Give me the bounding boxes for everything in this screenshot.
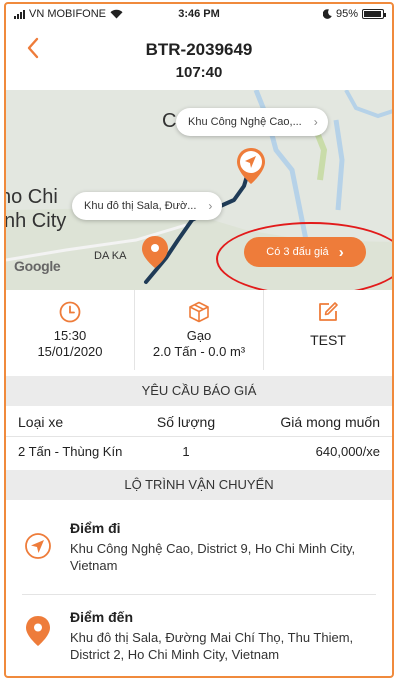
note-cell: TEST bbox=[263, 290, 392, 370]
order-info-row: 15:30 15/01/2020 Gạo 2.0 Tấn - 0.0 m³ TE… bbox=[6, 290, 392, 370]
bid-count-button[interactable]: Có 3 đấu giá › bbox=[244, 237, 366, 267]
destination-bubble-label: Khu Công Nghệ Cao,... bbox=[188, 116, 302, 128]
quote-table-header: Loại xe Số lượng Giá mong muốn bbox=[6, 407, 392, 437]
header-quantity: Số lượng bbox=[156, 413, 216, 430]
cargo-detail: 2.0 Tấn - 0.0 m³ bbox=[152, 344, 246, 359]
map-label-partial: C bbox=[162, 110, 177, 132]
chevron-right-icon: › bbox=[208, 199, 213, 213]
battery-icon bbox=[362, 9, 386, 19]
google-logo: Google bbox=[14, 258, 61, 274]
status-bar: VN MOBIFONE 3:46 PM 95% bbox=[6, 4, 392, 24]
table-row: 2 Tấn - Thùng Kín 1 640,000/xe bbox=[6, 437, 392, 465]
vehicle-quantity: 1 bbox=[182, 443, 190, 459]
destination-map-bubble[interactable]: Khu Công Nghệ Cao,... › bbox=[176, 108, 328, 136]
note-text: TEST bbox=[310, 332, 346, 348]
clock-icon bbox=[59, 301, 81, 323]
dropoff-stop: Điểm đến Khu đô thị Sala, Đường Mai Chí … bbox=[6, 595, 392, 676]
status-right: 95% bbox=[322, 8, 386, 20]
pickup-stop: Điểm đi Khu Công Nghệ Cao, District 9, H… bbox=[6, 504, 392, 594]
header: BTR-2039649 107:40 bbox=[6, 24, 392, 90]
map-label-district: DA KA bbox=[94, 250, 127, 262]
vehicle-type: 2 Tấn - Thùng Kín bbox=[18, 443, 123, 459]
header-vehicle: Loại xe bbox=[18, 413, 64, 430]
origin-marker-icon[interactable] bbox=[140, 234, 170, 270]
cargo-cell: Gạo 2.0 Tấn - 0.0 m³ bbox=[134, 290, 263, 370]
dropoff-address: Khu đô thị Sala, Đường Mai Chí Thọ, Thu … bbox=[70, 630, 354, 662]
chevron-right-icon: › bbox=[338, 243, 344, 261]
header-price: Giá mong muốn bbox=[280, 413, 380, 430]
countdown-timer: 107:40 bbox=[175, 64, 223, 81]
origin-map-bubble[interactable]: Khu đô thị Sala, Đườ... › bbox=[72, 192, 223, 220]
quote-section-header: YÊU CẦU BÁO GIÁ bbox=[6, 376, 392, 406]
destination-marker-icon[interactable] bbox=[234, 146, 268, 188]
route-map[interactable]: ho Chi nh City DA KA C Khu Công Nghệ Cao… bbox=[6, 90, 392, 290]
pickup-address: Khu Công Nghệ Cao, District 9, Ho Chi Mi… bbox=[70, 541, 356, 573]
route-section-header: LỘ TRÌNH VẬN CHUYỂN bbox=[6, 470, 392, 500]
pickup-label: Điểm đi bbox=[70, 520, 121, 536]
pickup-date: 15/01/2020 bbox=[37, 344, 103, 359]
pickup-time-cell: 15:30 15/01/2020 bbox=[6, 290, 134, 370]
route-list: Điểm đi Khu Công Nghệ Cao, District 9, H… bbox=[6, 504, 392, 676]
order-code: BTR-2039649 bbox=[145, 40, 253, 59]
map-label-city-line2: nh City bbox=[6, 210, 67, 232]
moon-icon bbox=[322, 9, 332, 19]
app-frame: VN MOBIFONE 3:46 PM 95% BTR-2039649 107:… bbox=[4, 2, 394, 678]
cargo-name: Gạo bbox=[186, 328, 212, 343]
location-pin-icon bbox=[26, 616, 50, 646]
navigation-arrow-icon bbox=[25, 533, 51, 559]
box-icon bbox=[189, 301, 209, 323]
pickup-time: 15:30 bbox=[53, 328, 87, 343]
origin-bubble-label: Khu đô thị Sala, Đườ... bbox=[84, 200, 197, 212]
expected-price: 640,000/xe bbox=[315, 443, 380, 459]
quote-table: Loại xe Số lượng Giá mong muốn 2 Tấn - T… bbox=[6, 407, 392, 465]
battery-percent: 95% bbox=[335, 8, 358, 20]
dropoff-label: Điểm đến bbox=[70, 609, 134, 625]
map-label-city-line1: ho Chi bbox=[6, 186, 58, 208]
chevron-right-icon: › bbox=[313, 115, 318, 129]
bid-count-label: Có 3 đấu giá bbox=[266, 246, 329, 258]
edit-icon bbox=[319, 302, 338, 321]
